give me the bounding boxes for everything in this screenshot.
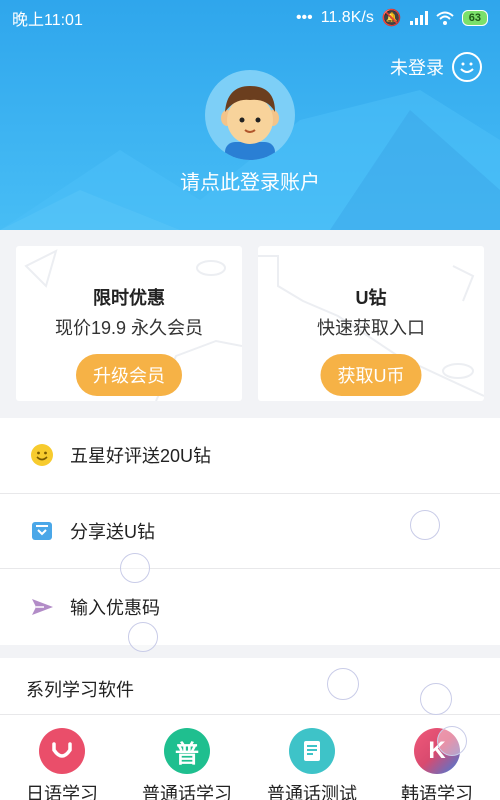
series-section: 系列学习软件 日语学习 普 普通话学习 普通话测试 K 韩语学习 bbox=[0, 658, 500, 800]
coupon-code-item[interactable]: 输入优惠码 bbox=[0, 569, 500, 645]
share-icon bbox=[30, 519, 54, 543]
vip-card-subtitle: 现价19.9 永久会员 bbox=[54, 318, 204, 338]
promo-area: 限时优惠 现价19.9 永久会员 升级会员 U钻 快速获取入口 获取U币 bbox=[0, 230, 500, 418]
app-japanese[interactable]: 日语学习 bbox=[2, 728, 122, 800]
app-name: 普通话学习 bbox=[142, 784, 232, 800]
app-mandarin-test[interactable]: 普通话测试 bbox=[252, 728, 372, 800]
login-prompt[interactable]: 请点此登录账户 bbox=[0, 166, 500, 195]
touch-indicator bbox=[420, 683, 452, 715]
app-name: 普通话测试 bbox=[267, 784, 357, 800]
u-diamond-title: U钻 bbox=[355, 288, 387, 308]
japanese-app-icon bbox=[39, 728, 85, 774]
mute-icon: 🔕 bbox=[381, 10, 402, 27]
touch-indicator bbox=[410, 510, 440, 540]
get-u-coin-button[interactable]: 获取U币 bbox=[320, 354, 422, 396]
signal-icon bbox=[409, 11, 428, 25]
vip-promo-card[interactable]: 限时优惠 现价19.9 永久会员 升级会员 bbox=[16, 246, 242, 401]
avatar[interactable] bbox=[205, 70, 295, 160]
touch-indicator bbox=[327, 668, 359, 700]
smile-icon bbox=[452, 52, 482, 82]
menu-item-label: 分享送U钻 bbox=[70, 521, 155, 542]
network-speed: 11.8K/s bbox=[320, 9, 374, 26]
profile-header: 晚上11:01 ••• 11.8K/s 🔕 63 未登录 请点此登录账户 bbox=[0, 0, 500, 230]
series-title: 系列学习软件 bbox=[26, 680, 134, 700]
touch-indicator bbox=[128, 622, 158, 652]
app-mandarin[interactable]: 普 普通话学习 bbox=[127, 728, 247, 800]
rate-five-star-item[interactable]: 五星好评送20U钻 bbox=[0, 418, 500, 494]
send-icon bbox=[30, 595, 54, 619]
divider bbox=[0, 714, 500, 715]
app-name: 韩语学习 bbox=[401, 784, 473, 800]
status-time: 晚上11:01 bbox=[12, 12, 83, 29]
menu-item-label: 五星好评送20U钻 bbox=[70, 446, 212, 467]
more-dots-icon: ••• bbox=[295, 9, 313, 26]
vip-card-title: 限时优惠 bbox=[93, 288, 165, 308]
smiley-icon bbox=[30, 443, 54, 467]
menu-item-label: 输入优惠码 bbox=[70, 597, 160, 618]
u-diamond-card[interactable]: U钻 快速获取入口 获取U币 bbox=[258, 246, 484, 401]
login-status-text: 未登录 bbox=[390, 58, 444, 78]
touch-indicator bbox=[120, 553, 150, 583]
mandarin-app-icon: 普 bbox=[164, 728, 210, 774]
touch-indicator bbox=[437, 726, 467, 756]
wifi-icon bbox=[436, 11, 454, 25]
mandarin-test-app-icon bbox=[289, 728, 335, 774]
status-bar: 晚上11:01 ••• 11.8K/s 🔕 63 bbox=[0, 0, 500, 36]
login-status-button[interactable]: 未登录 bbox=[390, 52, 482, 82]
u-diamond-subtitle: 快速获取入口 bbox=[317, 318, 425, 338]
battery-indicator: 63 bbox=[461, 10, 488, 26]
upgrade-vip-button[interactable]: 升级会员 bbox=[76, 354, 182, 396]
app-name: 日语学习 bbox=[26, 784, 98, 800]
